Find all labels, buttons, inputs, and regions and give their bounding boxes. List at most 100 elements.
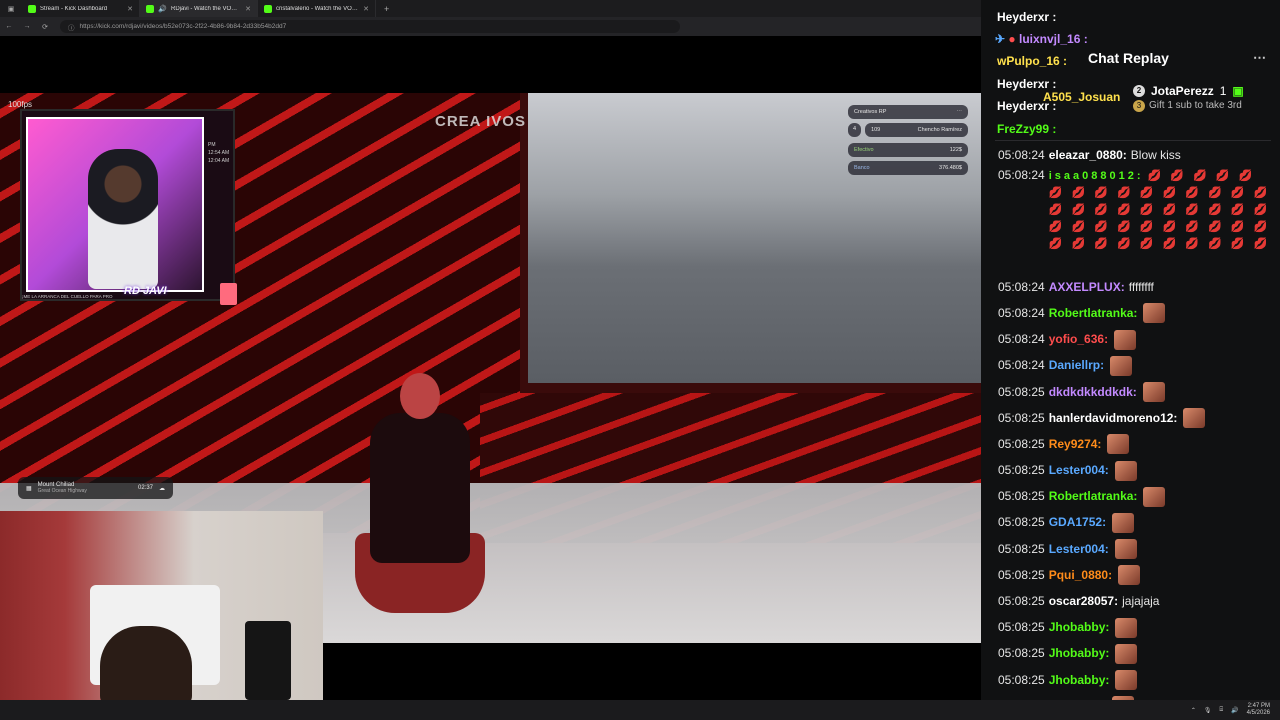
pinned-user[interactable]: FreZzy99 : <box>997 122 1056 136</box>
speaker-icon[interactable]: 🔊 <box>158 5 167 13</box>
chat-message: 05:08:24 Robertlatranka: <box>998 300 1274 326</box>
message-username[interactable]: Robertlatranka: <box>1049 306 1138 321</box>
message-username[interactable]: Jhobabby: <box>1049 646 1110 661</box>
rank-badge: 3 <box>1133 100 1145 112</box>
close-tab-icon[interactable]: ✕ <box>363 5 369 13</box>
message-timestamp: 05:08:25 <box>998 541 1045 556</box>
viewer-figure <box>100 626 192 700</box>
server-logo: CREA IVOS <box>435 113 526 130</box>
pinned-user[interactable]: Heyderxr : <box>997 77 1056 91</box>
emote-icon <box>1114 329 1137 350</box>
message-username[interactable]: Daniellrp: <box>1049 358 1104 373</box>
emote-icon <box>1114 460 1137 481</box>
cloud-icon: ☁ <box>159 485 165 492</box>
message-username[interactable]: yofio_636: <box>1049 332 1108 347</box>
message-timestamp: 05:08:24 <box>998 279 1045 294</box>
chat-message: 05:08:24 yofio_636: <box>998 327 1274 353</box>
hud-player-id: 109 <box>871 127 881 133</box>
chat-title: Chat Replay <box>1088 50 1169 66</box>
network-icon[interactable]: ⌸ <box>1220 707 1224 714</box>
ellipsis-icon[interactable]: ⋯ <box>1253 50 1266 66</box>
message-username[interactable]: AXXELPLUX: <box>1049 280 1125 295</box>
message-timestamp: 05:08:25 <box>998 672 1045 687</box>
message-username[interactable]: Lester004: <box>1049 542 1109 557</box>
tray-chevron-icon[interactable]: ⌃ <box>1191 707 1196 714</box>
location-road: Great Ocean Highway <box>37 488 87 494</box>
chat-message: 05:08:25 Pqui_0880: <box>998 562 1274 588</box>
message-username[interactable]: GDA1752: <box>1049 515 1106 530</box>
message-username[interactable]: Robertlatranka: <box>1049 489 1138 504</box>
emote-icon <box>1110 355 1133 376</box>
message-text: jajajaja <box>1122 594 1160 609</box>
reload-icon[interactable]: ⟳ <box>36 23 54 31</box>
emote-icon <box>1115 670 1138 691</box>
chat-divider <box>995 140 1271 141</box>
message-username[interactable]: Rey9274: <box>1049 437 1102 452</box>
hud-menu-icon: ⋯ <box>956 109 963 115</box>
message-timestamp: 05:08:25 <box>998 489 1045 504</box>
streamer-figure <box>88 149 158 289</box>
message-username[interactable]: Lester004: <box>1049 463 1109 478</box>
mic-icon[interactable]: 🎙 <box>1204 707 1212 714</box>
map-icon: ▦ <box>26 485 32 492</box>
message-username[interactable]: isaa088012: <box>1049 170 1144 182</box>
chat-message: 05:08:24 Daniellrp: <box>998 353 1274 379</box>
message-timestamp: 05:08:24 <box>998 305 1045 320</box>
tab-title: RDjavi - Watch the VOD on Kick <box>171 5 241 12</box>
message-timestamp: 05:08:25 <box>998 463 1045 478</box>
viewer-webcam <box>0 511 323 700</box>
message-username[interactable]: dkdkdkkddkdk: <box>1049 385 1137 400</box>
chat-messages: 05:08:24 eleazar_0880: Blow kiss 05:08:24 is… <box>998 142 1274 700</box>
gifter-name: JotaPerezz <box>1151 84 1214 98</box>
webcam-times: PM 12:54 AM 12:04 AM <box>208 142 230 164</box>
window-menu-icon[interactable]: ▣ <box>0 5 22 13</box>
hud-bank-value: 376.480$ <box>939 165 962 171</box>
message-text: ffffffff <box>1128 279 1154 294</box>
close-tab-icon[interactable]: ✕ <box>127 5 133 13</box>
chat-message: 05:08:24 eleazar_0880: Blow kiss <box>998 142 1274 168</box>
back-icon[interactable]: ← <box>0 23 18 30</box>
emote-icon <box>1143 486 1166 507</box>
message-timestamp: 05:08:25 <box>998 646 1045 661</box>
tab-rdjavi-vod[interactable]: 🔊 RDjavi - Watch the VOD on Kick ✕ <box>140 0 258 17</box>
emote-icon <box>1112 512 1135 533</box>
pinned-user[interactable]: Heyderxr : <box>997 10 1056 24</box>
message-username[interactable]: Pqui_0880: <box>1049 568 1112 583</box>
hud-player-name: Chencho Ramírez <box>917 127 962 133</box>
tab-cristalvalerio-vod[interactable]: cristalvalerio - Watch the VOD on Kick ✕ <box>258 0 376 17</box>
message-username[interactable]: hanlerdavidmoreno12: <box>1049 411 1178 426</box>
message-username[interactable]: Jhobabby: <box>1049 673 1110 688</box>
gift-sub-cta: Gift 1 sub to take 3rd <box>1149 100 1242 111</box>
emote-icon <box>1183 408 1206 429</box>
site-info-icon[interactable]: ⓘ <box>68 22 75 32</box>
tab-kick-dashboard[interactable]: Stream - Kick Dashboard ✕ <box>22 0 140 17</box>
message-timestamp: 05:08:25 <box>998 384 1045 399</box>
streamer-webcam: RD JAVI PM 12:54 AM 12:04 AM ¡ME LA ARRA… <box>20 109 235 301</box>
emote-icon <box>1142 382 1165 403</box>
chat-message: 05:08:25 oscar28057: jajajaja <box>998 588 1274 614</box>
forward-icon[interactable]: → <box>18 23 36 30</box>
hud-server-name: Creativos RP <box>854 109 887 115</box>
chat-message: 05:08:25 GDA1752: <box>998 510 1274 536</box>
emote-icon <box>1143 303 1166 324</box>
url-field[interactable]: ⓘ https://kick.com/rdjavi/videos/b52e073… <box>60 20 680 33</box>
video-player[interactable]: CREA IVOS Creativos RP ⋯ 4 109 Chencho R… <box>0 36 981 700</box>
emote-icon <box>1114 539 1137 560</box>
fps-counter: 100fps <box>8 100 33 109</box>
message-username[interactable]: Jhobabby: <box>1049 620 1110 635</box>
volume-icon[interactable]: 🔊 <box>1231 707 1238 714</box>
message-username[interactable]: oscar28057: <box>1049 594 1118 609</box>
system-clock[interactable]: 2:47 PM 4/5/2026 <box>1247 703 1270 717</box>
url-text: https://kick.com/rdjavi/videos/b52e073c-… <box>79 23 287 30</box>
webcam-frame <box>26 117 204 292</box>
new-tab-button[interactable]: + <box>376 4 397 14</box>
message-username[interactable]: eleazar_0880: <box>1049 148 1127 163</box>
chat-message: 05:08:25 hanlerdavidmoreno12: <box>998 405 1274 431</box>
pinned-user[interactable]: Heyderxr : <box>997 99 1056 113</box>
chat-header: Chat Replay ⋯ <box>981 44 1280 72</box>
message-timestamp: 05:08:25 <box>998 594 1045 609</box>
gift-leaderboard[interactable]: 2 JotaPerezz 1 ▣ 3 Gift 1 sub to take 3r… <box>1133 84 1273 112</box>
close-tab-icon[interactable]: ✕ <box>245 5 251 13</box>
chat-message: 05:08:25 Lester004: <box>998 458 1274 484</box>
os-taskbar: ⌃ 🎙 ⌸ 🔊 2:47 PM 4/5/2026 <box>0 700 1280 720</box>
